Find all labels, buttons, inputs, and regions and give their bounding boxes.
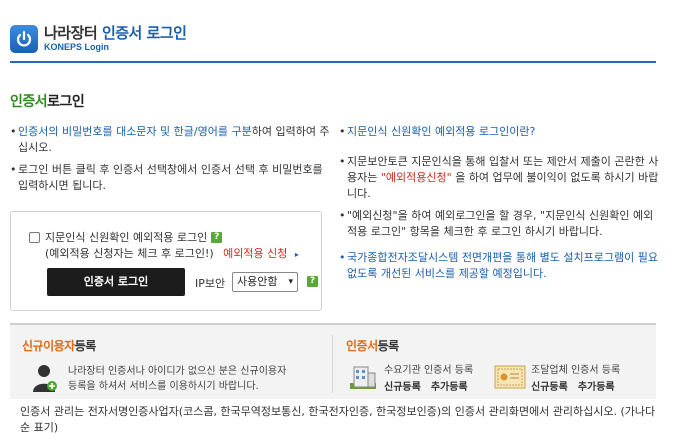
note-exception: 지문보안토큰 지문인식을 통해 입찰서 또는 제안서 제출이 곤란한 사용자는 … (339, 154, 659, 202)
new-user-title-accent: 신규이용자 (22, 339, 75, 353)
arrow-right-icon: ▸ (294, 250, 299, 259)
org-cert-links: 신규등록 추가등록 (384, 378, 478, 393)
left-notes: 인증서의 비밀번호를 대소문자 및 한글/영어를 구분하여 입력하여 주십시오.… (10, 124, 330, 200)
note-password-highlight: 인증서의 비밀번호를 대소문자 및 한글/영어를 구분 (18, 125, 252, 138)
chevron-down-icon: ▾ (288, 277, 293, 287)
page-title-accent: 인증서 (10, 94, 48, 110)
footer-note: 인증서 관리는 전자서명인증사업자(코스콤, 한국무역정보통신, 한국전자인증,… (20, 405, 656, 434)
right-notes: 지문인식 신원확인 예외적용 로그인이란? 지문보안토큰 지문인식을 통해 입찰… (339, 124, 659, 282)
brand-accent: 인증서 로그인 (101, 24, 187, 42)
ip-security-value: 사용안함 (237, 275, 278, 288)
note-password: 인증서의 비밀번호를 대소문자 및 한글/영어를 구분하여 입력하여 주십시오. (10, 124, 330, 156)
page-title: 인증서로그인 (10, 91, 85, 111)
header-divider (10, 61, 656, 63)
org-cert-label: 수요기관 인증서 등록 (384, 365, 474, 376)
panel-divider (332, 335, 333, 393)
cert-register-title-accent: 인증서 (346, 339, 378, 353)
supplier-new-register-link[interactable]: 신규등록 (531, 382, 568, 393)
brand-subtitle: KONEPS Login (44, 42, 109, 52)
registration-panel: 신규이용자등록 나라장터 인증서나 아이디가 없으신 분은 신규이용자 등록을 … (10, 323, 656, 399)
note-exception-login: "예외신청"을 하여 예외로그인을 할 경우, "지문인식 신원확인 예외적용 … (339, 208, 659, 240)
exception-sub-row: (예외적용 신청자는 체크 후 로그인!) 예외적용 신청 ▸ (45, 245, 299, 261)
help-icon[interactable]: ? (211, 231, 223, 243)
header: 나라장터 인증서 로그인 KONEPS Login (0, 0, 680, 63)
brand-title: 나라장터 인증서 로그인 (44, 22, 187, 43)
cert-register-title: 인증서등록 (346, 337, 399, 354)
exception-login-label: 지문인식 신원확인 예외적용 로그인 (45, 231, 208, 244)
new-user-title: 신규이용자등록 (22, 337, 96, 354)
ip-security-select[interactable]: 사용안함 ▾ (232, 272, 298, 292)
exception-info-link[interactable]: 지문인식 신원확인 예외적용 로그인이란? (347, 125, 535, 138)
note-system-upgrade: 국가종합전자조달시스템 전면개편을 통해 별도 설치프로그램이 필요 없도록 개… (339, 250, 659, 282)
supplier-add-register-link[interactable]: 추가등록 (578, 382, 615, 393)
supplier-cert-links: 신규등록 추가등록 (531, 378, 625, 393)
org-new-register-link[interactable]: 신규등록 (384, 382, 421, 393)
brand-main: 나라장터 (44, 24, 98, 42)
ip-security-label: IP보안 (195, 277, 226, 290)
exception-login-row: 지문인식 신원확인 예외적용 로그인 ? (29, 229, 223, 245)
supplier-cert-label: 조달업체 인증서 등록 (531, 365, 621, 376)
exception-login-checkbox[interactable] (29, 231, 40, 243)
cert-login-button[interactable]: 인증서 로그인 (47, 268, 185, 296)
new-user-description: 나라장터 인증서나 아이디가 없으신 분은 신규이용자 등록을 하셔서 서비스를… (68, 366, 287, 392)
cert-register-title-rest: 등록 (377, 339, 400, 353)
org-add-register-link[interactable]: 추가등록 (431, 382, 468, 393)
building-icon (348, 361, 378, 395)
ip-help-icon[interactable]: ? (307, 276, 318, 287)
note-exception-highlight: "예외적용신청" (380, 171, 452, 184)
login-box: 지문인식 신원확인 예외적용 로그인 ? (예외적용 신청자는 체크 후 로그인… (10, 211, 322, 311)
note-login-steps: 로그인 버튼 클릭 후 인증서 선택창에서 인증서 선택 후 비밀번호를 입력하… (10, 162, 330, 194)
note-question: 지문인식 신원확인 예외적용 로그인이란? (339, 124, 659, 140)
power-icon (10, 25, 38, 53)
page-title-rest: 로그인 (47, 94, 85, 110)
new-user-icon[interactable] (32, 363, 58, 397)
certificate-icon (494, 363, 526, 395)
new-user-title-rest: 등록 (74, 339, 97, 353)
exception-apply-link[interactable]: 예외적용 신청 (223, 247, 287, 260)
exception-sub-text: (예외적용 신청자는 체크 후 로그인!) (45, 247, 214, 260)
